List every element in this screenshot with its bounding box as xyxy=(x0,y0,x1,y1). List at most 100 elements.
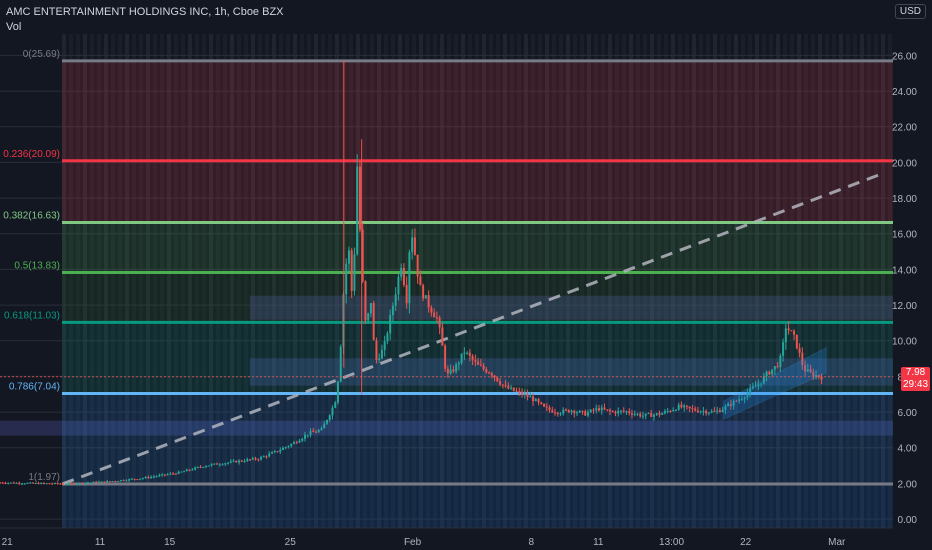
candle-body xyxy=(521,391,524,395)
candle-body xyxy=(375,340,378,360)
candle-body xyxy=(279,450,282,452)
candle-body xyxy=(117,481,120,483)
candle-body xyxy=(400,268,403,277)
candle-body xyxy=(334,402,337,408)
candle-body xyxy=(369,303,372,314)
price-chart[interactable]: 0(25.69) 0.236(20.09) 0.382(16.63) 0.5(13.8… xyxy=(0,0,932,550)
candle-body xyxy=(166,474,169,476)
candle-body xyxy=(636,413,639,415)
symbol-title[interactable]: AMC ENTERTAINMENT HOLDINGS INC, 1h, Cboe… xyxy=(6,5,284,20)
candle-body xyxy=(62,483,65,485)
candle-body xyxy=(787,328,790,331)
candle-body xyxy=(207,465,210,467)
fib-level-label: 0.236(20.09) xyxy=(3,149,60,160)
candle-body xyxy=(284,446,287,448)
candle-body xyxy=(545,406,548,408)
y-tick-label: 22.00 xyxy=(892,123,917,134)
candle-body xyxy=(537,399,540,403)
candle-body xyxy=(419,276,422,286)
candle-body xyxy=(12,482,15,484)
candle-body xyxy=(565,409,568,411)
candle-body xyxy=(773,366,776,370)
fib-level-label: 0.786(7.04) xyxy=(9,382,60,393)
candle-body xyxy=(100,481,103,483)
candle-body xyxy=(551,409,554,413)
candle-body xyxy=(136,479,139,481)
candle-body xyxy=(652,414,655,417)
volume-indicator-label[interactable]: Vol xyxy=(6,20,284,35)
candle-body xyxy=(707,412,710,414)
candle-body xyxy=(122,480,125,482)
candle-body xyxy=(271,452,274,454)
candle-body xyxy=(147,476,150,478)
candle-body xyxy=(650,413,653,417)
candle-body xyxy=(287,446,290,448)
candle-body xyxy=(455,364,458,372)
candle-body xyxy=(232,460,235,462)
candle-body xyxy=(466,352,469,354)
candle-body xyxy=(301,438,304,441)
candle-body xyxy=(592,409,595,411)
candle-body xyxy=(460,353,463,363)
candle-body xyxy=(249,459,252,461)
candle-body xyxy=(251,458,254,460)
candle-body xyxy=(81,482,84,484)
candle-body xyxy=(298,440,301,443)
candle-body xyxy=(23,483,26,485)
candle-body xyxy=(457,362,460,365)
y-tick-label: 0.00 xyxy=(898,515,918,526)
candle-body xyxy=(666,410,669,412)
candle-body xyxy=(273,451,276,453)
candle-body xyxy=(625,411,628,413)
candle-body xyxy=(59,483,62,485)
candle-body xyxy=(97,481,100,483)
x-tick-label: 15 xyxy=(164,537,176,548)
candle-body xyxy=(468,352,471,356)
candle-body xyxy=(630,413,633,415)
candle-body xyxy=(293,442,296,444)
candle-body xyxy=(554,412,557,414)
candle-body xyxy=(155,476,158,478)
x-tick-label: 13:00 xyxy=(659,537,684,548)
candle-body xyxy=(716,410,719,412)
candle-body xyxy=(367,313,370,321)
candle-body xyxy=(312,431,315,433)
candle-body xyxy=(694,408,697,411)
candle-body xyxy=(328,415,331,420)
candle-body xyxy=(40,482,43,485)
candle-body xyxy=(790,330,793,332)
candle-body xyxy=(680,404,683,408)
candle-body xyxy=(125,480,128,482)
candle-body xyxy=(150,476,153,478)
candle-body xyxy=(31,482,34,484)
chart-legend: AMC ENTERTAINMENT HOLDINGS INC, 1h, Cboe… xyxy=(6,5,284,35)
candle-body xyxy=(510,387,513,389)
candle-body xyxy=(581,410,584,412)
candle-body xyxy=(559,413,562,415)
candle-body xyxy=(347,250,350,264)
candle-body xyxy=(378,358,381,360)
candle-body xyxy=(26,482,29,484)
candle-body xyxy=(42,482,45,484)
candle-body xyxy=(358,166,361,230)
candle-body xyxy=(543,403,546,407)
candle-body xyxy=(441,327,444,346)
candle-body xyxy=(169,473,172,475)
y-tick-label: 18.00 xyxy=(892,194,917,205)
x-tick-label: 25 xyxy=(285,537,297,548)
candle-body xyxy=(317,430,320,433)
candle-body xyxy=(34,483,37,485)
currency-button[interactable]: USD xyxy=(894,4,926,19)
candle-body xyxy=(257,459,260,461)
candle-body xyxy=(674,409,677,411)
candle-body xyxy=(188,469,191,471)
candle-body xyxy=(477,361,480,365)
candle-body xyxy=(512,387,515,391)
candle-body xyxy=(92,481,95,483)
candle-body xyxy=(562,409,565,414)
fib-fill-band xyxy=(62,160,893,223)
candle-body xyxy=(262,456,265,458)
candle-body xyxy=(820,376,823,380)
candle-body xyxy=(485,369,488,373)
candle-body xyxy=(260,457,263,460)
